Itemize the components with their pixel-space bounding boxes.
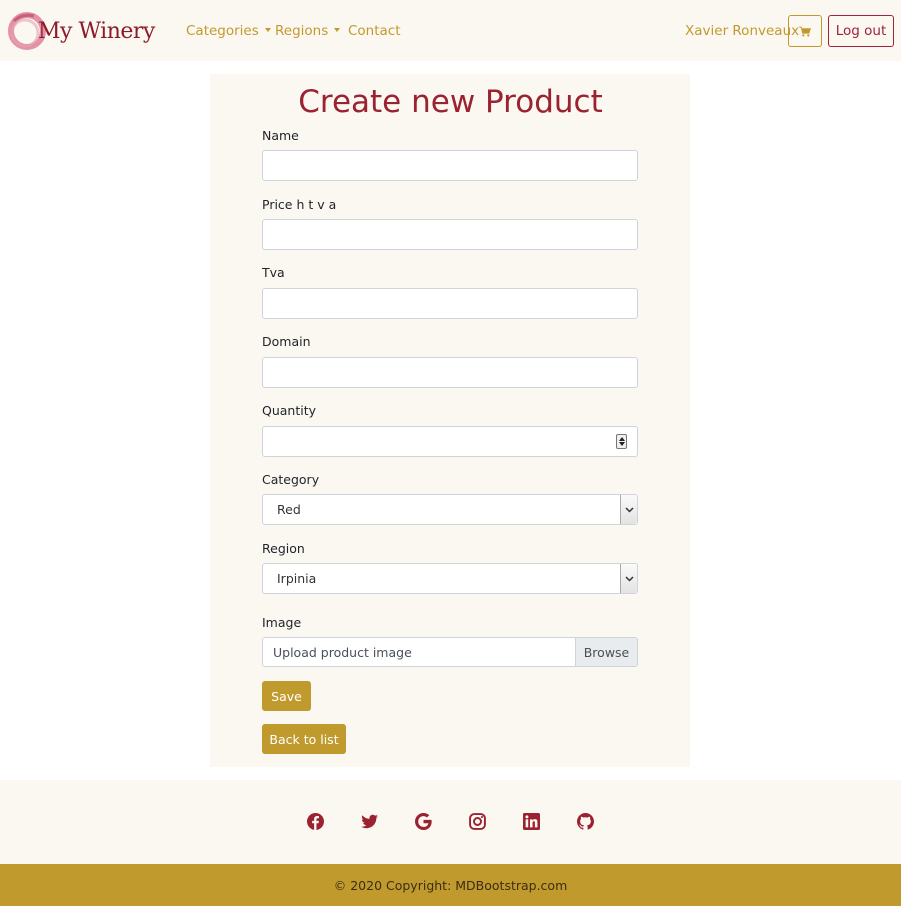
nav-regions-dropdown[interactable]: Regions [275,22,341,40]
name-input[interactable] [262,150,638,181]
navbar: My Winery Categories Regions Contact Xav… [0,0,901,61]
chevron-down-icon[interactable] [620,564,637,593]
quantity-stepper[interactable] [262,426,638,457]
linkedin-icon[interactable] [523,813,540,830]
price-label: Price h t v a [262,197,337,212]
cart-button[interactable] [788,15,822,47]
chevron-down-icon [334,28,341,32]
browse-button[interactable]: Browse [575,638,637,666]
domain-label: Domain [262,334,311,349]
user-name: Xavier Ronveaux [685,23,800,39]
category-label: Category [262,472,320,487]
name-label: Name [262,128,299,143]
logout-button[interactable]: Log out [828,15,894,47]
chevron-down-icon [264,28,271,32]
back-to-list-button[interactable]: Back to list [262,724,346,754]
nav-contact-link[interactable]: Contact [348,22,401,40]
chevron-down-icon[interactable] [620,495,637,524]
cart-icon [799,26,811,36]
nav-categories-label: Categories [186,23,259,39]
domain-input[interactable] [262,357,638,388]
brand-name: My Winery [38,18,155,44]
region-label: Region [262,541,305,556]
region-selected-value: Irpinia [277,571,317,586]
browse-label: Browse [583,644,630,660]
save-button[interactable]: Save [262,681,311,711]
footer [0,780,901,864]
logout-label: Log out [835,23,887,39]
stepper-arrows-icon[interactable] [616,434,627,449]
user-name-link[interactable]: Xavier Ronveaux [685,22,799,40]
category-selected-value: Red [277,502,301,517]
github-icon[interactable] [577,813,594,830]
image-upload-field[interactable]: Upload product image Browse [262,637,638,667]
instagram-icon[interactable] [469,813,486,830]
copyright-text: © 2020 Copyright: MDBootstrap.com [333,877,568,893]
back-to-list-label: Back to list [269,731,339,747]
save-label: Save [271,688,302,704]
page-title: Create new Product [298,84,603,120]
nav-contact-label: Contact [348,23,401,39]
twitter-icon[interactable] [361,813,378,830]
nav-regions-label: Regions [275,23,329,39]
nav-categories-dropdown[interactable]: Categories [186,22,271,40]
quantity-label: Quantity [262,403,317,418]
copyright-bar: © 2020 Copyright: MDBootstrap.com [0,864,901,906]
tva-label: Tva [262,265,285,280]
tva-input[interactable] [262,288,638,319]
image-label: Image [262,615,302,630]
brand[interactable]: My Winery [8,11,155,51]
price-input[interactable] [262,219,638,250]
category-select[interactable]: Red [262,494,638,525]
region-select[interactable]: Irpinia [262,563,638,594]
google-icon[interactable] [415,813,432,830]
image-upload-placeholder: Upload product image [273,645,412,660]
facebook-icon[interactable] [307,813,324,830]
